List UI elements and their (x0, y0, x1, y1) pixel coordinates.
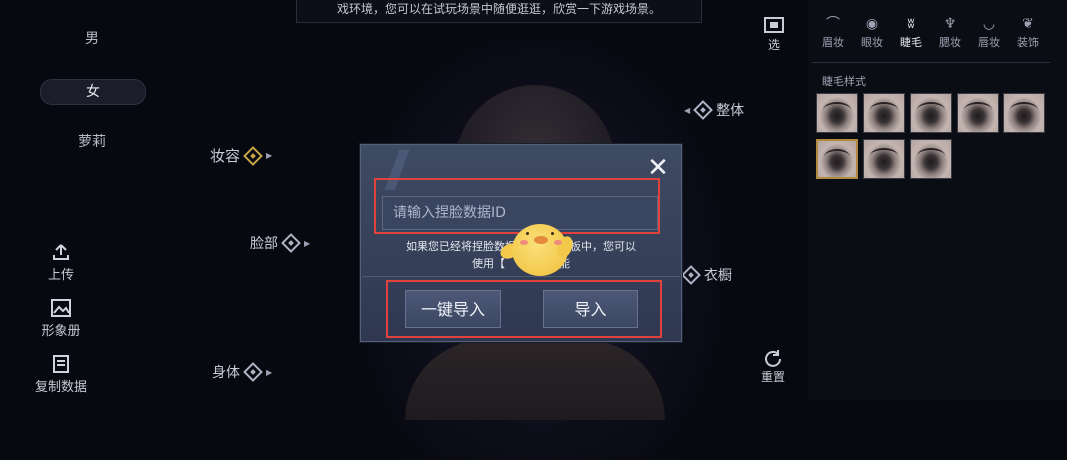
marker-makeup[interactable]: 妆容 ▶ (210, 145, 272, 166)
dialog-separator (362, 276, 680, 277)
close-icon[interactable]: ✕ (646, 155, 670, 181)
character-body (405, 340, 665, 420)
marker-overall-label: 整体 (716, 103, 745, 119)
eye-icon: ◉ (865, 16, 879, 32)
duck-mascot-beak (534, 236, 548, 244)
gender-option-female[interactable]: 女 (40, 79, 146, 105)
arrow-right-icon: ▶ (304, 238, 311, 248)
lash-swatch-5[interactable] (1003, 93, 1045, 133)
lash-swatch-4[interactable] (957, 93, 999, 133)
duck-mascot-eye (526, 232, 529, 235)
upload-label: 上传 (47, 268, 74, 283)
tab-brow-label: 眉妆 (822, 36, 844, 49)
lips-icon: ◡ (982, 16, 996, 32)
reset-button[interactable]: 重置 (758, 348, 788, 385)
tab-eye-label: 眼妆 (861, 36, 883, 49)
gender-option-loli[interactable]: 萝莉 (40, 130, 144, 154)
marker-overall[interactable]: ◀ 整体 (684, 100, 744, 120)
diamond-marker-icon (243, 145, 263, 166)
brow-icon: ⌒ (826, 16, 840, 32)
tab-blush-label: 腮妆 (939, 36, 961, 49)
arrow-left-icon: ◀ (684, 105, 691, 115)
lash-swatch-6[interactable] (816, 139, 858, 179)
hint-line-2: 使用【 (472, 257, 505, 270)
album-button[interactable]: 形象册 (26, 298, 96, 339)
lash-swatch-3[interactable] (910, 93, 952, 133)
reset-label: 重置 (760, 370, 785, 384)
blush-brush-icon: ♆ (943, 16, 957, 32)
tab-divider (812, 62, 1050, 63)
lash-swatch-8[interactable] (910, 139, 952, 179)
tab-ornament[interactable]: ❦ 装饰 (1009, 14, 1047, 50)
top-notice: 戏环境，您可以在试玩场景中随便逛逛，欣赏一下游戏场景。 (296, 0, 702, 23)
marker-wardrobe-label: 衣橱 (704, 268, 732, 284)
scan-icon (759, 16, 789, 36)
tab-lash-label: 睫毛 (900, 36, 922, 49)
duck-mascot-cheek (520, 240, 528, 245)
diamond-marker-icon (281, 233, 301, 253)
lash-icon: ʬ (907, 16, 915, 32)
arrow-right-icon: ▶ (266, 367, 273, 377)
diamond-marker-icon (681, 265, 701, 285)
tab-eye[interactable]: ◉ 眼妆 (853, 14, 891, 50)
marker-makeup-label: 妆容 (210, 147, 241, 165)
face-id-input[interactable] (382, 196, 658, 230)
lash-swatch-1[interactable] (816, 93, 858, 133)
hint-line-1-tail: 板中，您可以 (570, 240, 636, 253)
album-label: 形象册 (41, 324, 81, 339)
gender-option-male[interactable]: 男 (40, 27, 144, 51)
ornament-icon: ❦ (1022, 16, 1034, 32)
select-button[interactable]: 选 (759, 16, 789, 53)
tab-ornament-label: 装饰 (1017, 36, 1039, 49)
copy-icon (50, 354, 72, 374)
diamond-marker-icon (243, 362, 263, 382)
diamond-marker-icon (693, 100, 714, 120)
copy-data-button[interactable]: 复制数据 (26, 354, 96, 395)
lash-style-title: 睫毛样式 (822, 75, 866, 88)
tab-lips-label: 唇妆 (978, 36, 1000, 49)
tab-blush[interactable]: ♆ 腮妆 (931, 14, 969, 50)
upload-button[interactable]: 上传 (26, 242, 96, 283)
select-label: 选 (767, 38, 780, 52)
copy-data-label: 复制数据 (34, 380, 87, 395)
image-icon (50, 298, 72, 318)
marker-body[interactable]: 身体 ▶ (212, 362, 272, 382)
upload-icon (50, 242, 72, 262)
one-click-import-button[interactable]: 一键导入 (405, 290, 501, 328)
marker-face[interactable]: 脸部 ▶ (250, 233, 310, 253)
arrow-right-icon: ▶ (266, 151, 273, 160)
tab-brow[interactable]: ⌒ 眉妆 (814, 14, 852, 50)
reset-icon (758, 348, 788, 368)
lash-swatch-2[interactable] (863, 93, 905, 133)
import-button[interactable]: 导入 (543, 290, 638, 328)
makeup-panel (808, 0, 1067, 400)
duck-mascot-cheek (554, 240, 562, 245)
marker-face-label: 脸部 (250, 236, 278, 252)
marker-body-label: 身体 (212, 365, 240, 381)
duck-mascot-eye (551, 232, 554, 235)
tab-lips[interactable]: ◡ 唇妆 (970, 14, 1008, 50)
tab-lash[interactable]: ʬ 睫毛 (892, 14, 930, 50)
marker-wardrobe[interactable]: 衣橱 (681, 265, 732, 285)
lash-swatch-7[interactable] (863, 139, 905, 179)
